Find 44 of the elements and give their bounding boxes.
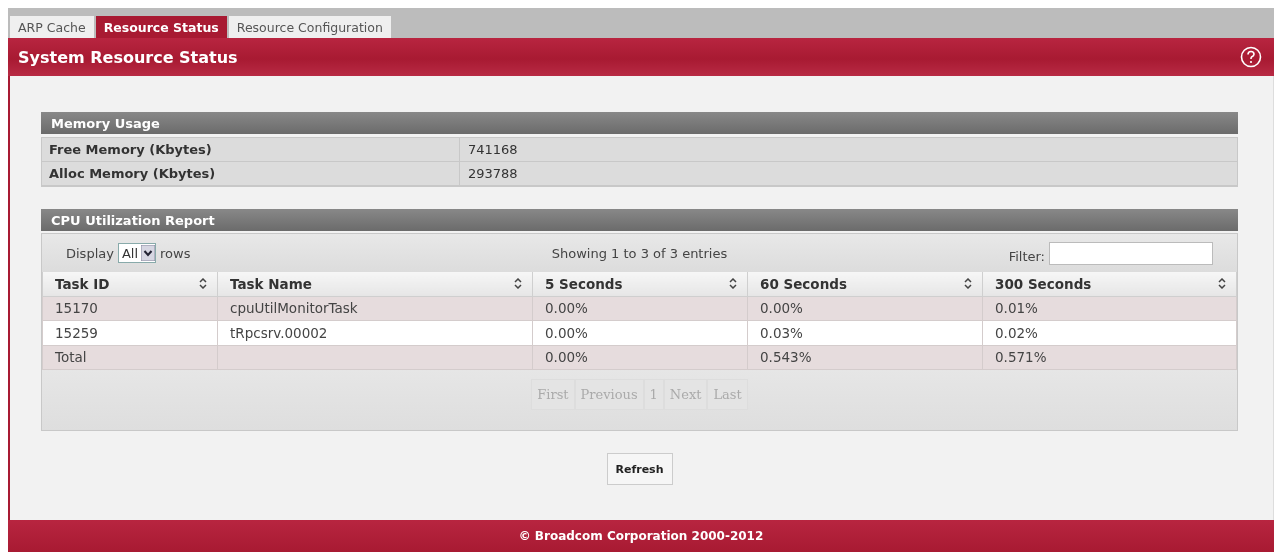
caret-icon — [141, 245, 156, 261]
table-cell: 0.03% — [747, 320, 983, 345]
table-cell: 0.02% — [982, 320, 1237, 345]
column-header[interactable]: 60 Seconds — [747, 272, 983, 296]
table-cell: 0.00% — [532, 296, 748, 321]
column-header[interactable]: Task Name — [217, 272, 533, 296]
section-header: CPU Utilization Report — [41, 209, 1238, 231]
table-cell: 0.00% — [747, 296, 983, 321]
column-header[interactable]: Task ID — [42, 272, 218, 296]
help-icon[interactable] — [1240, 46, 1262, 68]
filter-label: Filter: — [1008, 248, 1045, 264]
table-cell: 0.00% — [532, 320, 748, 345]
table-cell: 15259 — [42, 320, 218, 345]
refresh-button[interactable]: Refresh — [606, 453, 673, 485]
table-cell: 0.00% — [532, 345, 748, 370]
page-title: System Resource Status — [18, 47, 238, 67]
field-value: 293788 — [460, 162, 1237, 186]
entries-info: Showing 1 to 3 of 3 entries — [551, 245, 728, 261]
table-cell: 15170 — [42, 296, 218, 321]
sort-icon[interactable] — [199, 278, 207, 290]
filter-field[interactable] — [1049, 241, 1213, 265]
copyright-text: © Broadcom Corporation 2000-2012 — [518, 529, 764, 543]
table-cell: 0.01% — [982, 296, 1237, 321]
column-header[interactable]: 300 Seconds — [982, 272, 1237, 296]
table-cell: cpuUtilMonitorTask — [217, 296, 533, 321]
sort-icon[interactable] — [964, 278, 972, 290]
tab[interactable]: ARP Cache — [10, 16, 94, 38]
table-cell: 0.571% — [982, 345, 1237, 370]
column-header[interactable]: 5 Seconds — [532, 272, 748, 296]
field-label: Alloc Memory (Kbytes) — [42, 162, 460, 186]
table-cell: 0.543% — [747, 345, 983, 370]
section-header: Memory Usage — [41, 112, 1238, 134]
display-label: Display — [66, 245, 114, 261]
field-label: Free Memory (Kbytes) — [42, 138, 460, 162]
sort-icon[interactable] — [1218, 278, 1226, 290]
table-cell: tRpcsrv.00002 — [217, 320, 533, 345]
tab[interactable]: Resource Configuration — [228, 16, 391, 38]
sort-icon[interactable] — [729, 278, 737, 290]
sort-icon[interactable] — [514, 278, 522, 290]
tab[interactable]: Resource Status — [95, 16, 227, 38]
field-value: 741168 — [460, 138, 1237, 162]
table-cell: Total — [42, 345, 218, 370]
rows-select[interactable]: All — [117, 243, 157, 263]
rows-label: rows — [160, 245, 191, 261]
